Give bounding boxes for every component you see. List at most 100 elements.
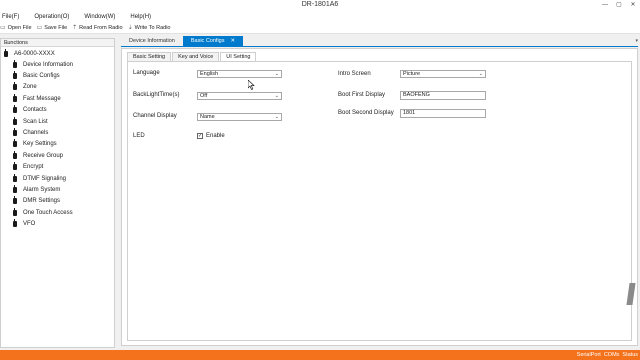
- close-tab-icon[interactable]: ✕: [231, 36, 236, 46]
- tree-item-fast-message[interactable]: Fast Message: [1, 93, 114, 104]
- open-file-button[interactable]: ▭ Open File: [0, 24, 32, 32]
- radio-icon: [13, 184, 17, 193]
- tree-item-encrypt[interactable]: Encrypt: [1, 162, 114, 173]
- radio-icon: [13, 128, 17, 137]
- document-tabs: Device Information Basic Configs ✕: [121, 36, 244, 46]
- tree-item-one-touch-access[interactable]: One Touch Access: [1, 207, 114, 218]
- menu-help[interactable]: Help(H): [130, 14, 151, 20]
- boot-second-display-input[interactable]: 1801: [400, 109, 486, 118]
- led-label: LED: [133, 133, 145, 139]
- backlight-select[interactable]: Off ⌄: [197, 92, 282, 100]
- tree-item-label: Key Settings: [23, 141, 57, 148]
- tree-item-label: Receive Group: [23, 152, 64, 159]
- led-enable-checkbox[interactable]: ✓: [197, 133, 203, 139]
- tree-item-label: Alarm System: [23, 186, 61, 193]
- radio-icon: [13, 105, 17, 114]
- menu-operation[interactable]: Operation(O): [34, 14, 69, 20]
- tab-underline: [121, 46, 638, 47]
- channel-display-value: Name: [200, 114, 215, 120]
- maximize-button[interactable]: ▢: [612, 0, 626, 11]
- radio-icon: [13, 116, 17, 125]
- radio-icon: [13, 219, 17, 228]
- tree-item-dtmf-signaling[interactable]: DTMF Signaling: [1, 173, 114, 184]
- minimize-button[interactable]: —: [598, 0, 612, 11]
- intro-screen-label: Intro Screen: [338, 71, 371, 77]
- radio-icon: [13, 173, 17, 182]
- tree-item-zone[interactable]: Zone: [1, 82, 114, 93]
- functions-panel: Functions ⊥ A6-0000-XXXX Device Informat…: [0, 38, 115, 348]
- tree-item-channels[interactable]: Channels: [1, 127, 114, 138]
- tree-item-label: DMR Settings: [23, 198, 61, 205]
- com-status: COMx: [603, 352, 620, 358]
- radio-icon: [4, 48, 8, 57]
- open-file-icon: ▭: [0, 25, 6, 31]
- menu-file[interactable]: File(F): [2, 14, 19, 20]
- tree-item-scan-list[interactable]: Scan List: [1, 116, 114, 127]
- boot-first-display-input[interactable]: BAOFENG: [400, 91, 486, 100]
- status-right: SerialPort COMx Status: [574, 352, 638, 358]
- tree-item-contacts[interactable]: Contacts: [1, 105, 114, 116]
- tree-root-label: A6-0000-XXXX: [14, 50, 55, 57]
- tree-root-radio[interactable]: A6-0000-XXXX: [1, 48, 114, 59]
- tree-item-basic-configs[interactable]: Basic Configs: [1, 70, 114, 81]
- radio-icon: [13, 196, 17, 205]
- close-button[interactable]: ✕: [626, 0, 640, 11]
- menu-window[interactable]: Window(W): [84, 14, 115, 20]
- tree-item-key-settings[interactable]: Key Settings: [1, 139, 114, 150]
- channel-display-select[interactable]: Name ⌄: [197, 113, 282, 121]
- tree-item-label: Device Information: [23, 61, 74, 68]
- write-to-radio-button[interactable]: ⇣ Write To Radio: [127, 24, 171, 32]
- functions-tree: A6-0000-XXXX Device Information Basic Co…: [1, 47, 114, 230]
- connection-status: Status: [622, 352, 638, 358]
- tree-item-label: Basic Configs: [23, 73, 60, 80]
- tree-item-device-information[interactable]: Device Information: [1, 59, 114, 70]
- radio-icon: [13, 93, 17, 102]
- mouse-cursor-icon: [248, 80, 255, 90]
- ui-setting-form: Language English ⌄ BackLightTime(s) Off …: [127, 61, 632, 341]
- tree-item-label: VFO: [23, 221, 36, 228]
- tree-item-label: One Touch Access: [23, 209, 73, 216]
- tree-item-label: Fast Message: [23, 95, 61, 102]
- tree-item-label: Scan List: [23, 118, 48, 125]
- save-file-button[interactable]: ▭ Save File: [37, 24, 68, 32]
- backlight-value: Off: [200, 93, 208, 99]
- radio-icon: [13, 59, 17, 68]
- tree-item-alarm-system[interactable]: Alarm System: [1, 184, 114, 195]
- pin-icon[interactable]: ⊥: [4, 40, 111, 46]
- tab-key-and-voice[interactable]: Key and Voice: [172, 52, 220, 61]
- open-file-label: Open File: [7, 24, 32, 31]
- chevron-down-icon: ⌄: [274, 93, 279, 99]
- write-to-radio-label: Write To Radio: [134, 24, 171, 31]
- tree-item-vfo[interactable]: VFO: [1, 218, 114, 229]
- intro-screen-value: Picture: [403, 71, 421, 77]
- chevron-down-icon[interactable]: ▾: [635, 38, 638, 44]
- tab-basic-setting[interactable]: Basic Setting: [127, 52, 172, 61]
- led-enable-label: Enable: [206, 133, 225, 139]
- title-bar: DR-1801A6 — ▢ ✕: [0, 0, 640, 11]
- radio-icon: [13, 139, 17, 148]
- radio-icon: [13, 162, 17, 171]
- chevron-down-icon: ⌄: [274, 114, 279, 120]
- window-controls: — ▢ ✕: [598, 0, 640, 11]
- read-from-radio-button[interactable]: ⇡ Read From Radio: [72, 24, 123, 32]
- read-from-radio-label: Read From Radio: [79, 24, 123, 31]
- language-label: Language: [133, 70, 160, 76]
- menu-bar: File(F) Operation(O) Window(W) Help(H): [0, 11, 640, 22]
- chevron-down-icon: ⌄: [478, 71, 483, 77]
- save-file-label: Save File: [44, 24, 68, 31]
- language-select[interactable]: English ⌄: [197, 70, 282, 78]
- tree-item-dmr-settings[interactable]: DMR Settings: [1, 196, 114, 207]
- radio-icon: [13, 207, 17, 216]
- tab-label: Device Information: [129, 38, 175, 44]
- download-icon: ⇣: [127, 25, 133, 31]
- boot-first-display-label: Boot First Display: [338, 92, 386, 98]
- settings-tabs: Basic Setting Key and Voice UI Setting: [127, 52, 257, 62]
- channel-display-label: Channel Display: [133, 113, 177, 119]
- tree-item-receive-group[interactable]: Receive Group: [1, 150, 114, 161]
- intro-screen-select[interactable]: Picture ⌄: [400, 70, 486, 78]
- backlight-label: BackLightTime(s): [133, 92, 180, 98]
- functions-panel-header: Functions ⊥: [1, 39, 114, 47]
- tab-device-information[interactable]: Device Information: [121, 36, 183, 46]
- tab-basic-configs[interactable]: Basic Configs ✕: [182, 36, 244, 46]
- radio-icon: [13, 82, 17, 91]
